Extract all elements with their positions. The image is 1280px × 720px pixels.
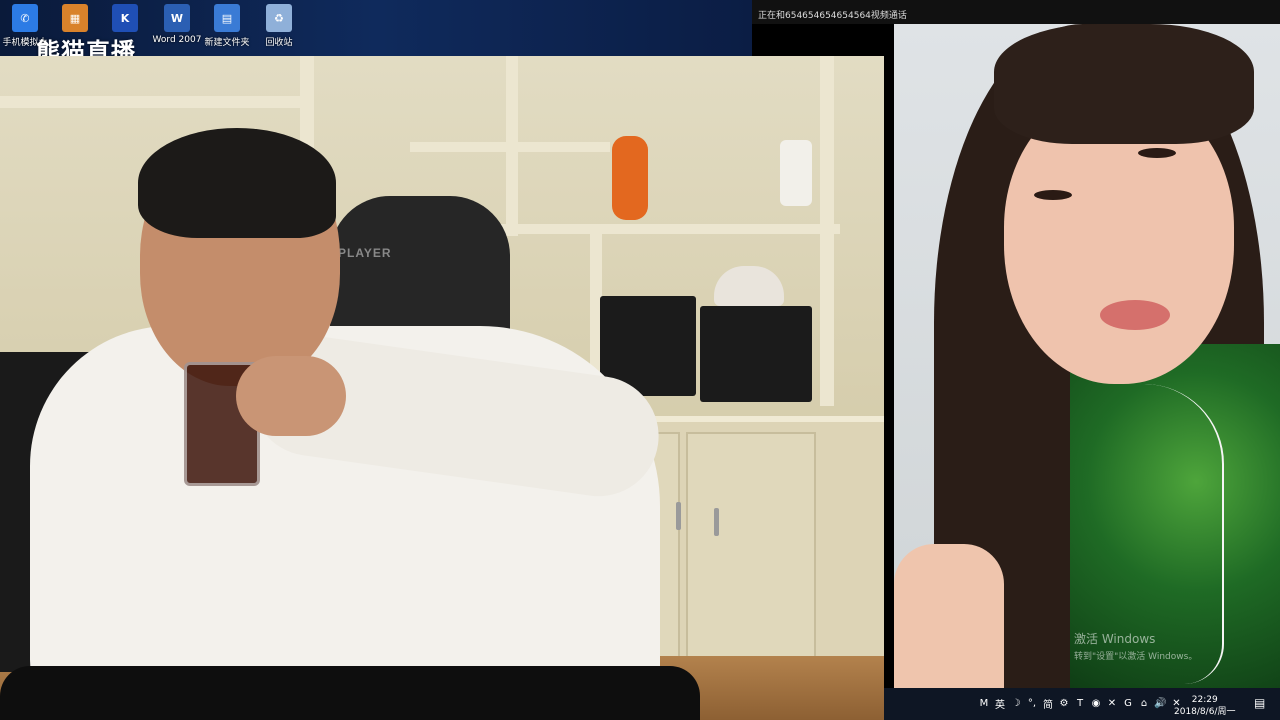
clock-date: 2018/8/6/周一 — [1174, 707, 1236, 717]
divider — [884, 24, 894, 720]
app-tray-icon[interactable]: T — [1074, 696, 1086, 710]
desktop-icon-recycle-bin[interactable]: ♻ 回收站 — [254, 4, 304, 48]
cabinet-handle — [714, 508, 719, 536]
call-title: 正在和654654654654564视频通话 — [758, 11, 907, 21]
folder-icon: ▤ — [214, 4, 240, 32]
bottle — [780, 140, 812, 206]
simplified-chinese-icon[interactable]: 简 — [1042, 696, 1054, 711]
system-tray: M 英 ☽ °, 简 ⚙ T ◉ ✕ G ⌂ 🔊 ✕ — [978, 696, 1182, 711]
network-icon[interactable]: ⌂ — [1138, 696, 1150, 710]
speaker-right — [700, 306, 812, 402]
desktop-icon-new-folder[interactable]: ▤ 新建文件夹 — [202, 4, 252, 48]
desktop-icon-kx[interactable]: K — [100, 4, 150, 32]
desktop-icon-label: Word 2007 — [152, 35, 202, 45]
person-hair — [138, 128, 336, 238]
person-eye — [1138, 148, 1176, 158]
person-bangs — [994, 24, 1254, 144]
activation-title: 激活 Windows — [1074, 632, 1156, 646]
kx-app-icon: K — [112, 4, 138, 32]
desktop-icon-game[interactable]: ▦ — [50, 4, 100, 32]
word-icon: W — [164, 4, 190, 32]
game-icon: ▦ — [62, 4, 88, 32]
desktop-icon-label: 回收站 — [265, 38, 293, 48]
person-shoulder — [894, 544, 1004, 688]
app-tray-icon[interactable]: ✕ — [1106, 696, 1118, 710]
phone-icon: ✆ — [12, 4, 38, 32]
toy-figure — [612, 136, 648, 220]
notification-icon[interactable]: ▤ — [1254, 696, 1265, 710]
desktop-icon-word[interactable]: W Word 2007 — [152, 4, 202, 45]
taskbar: M 英 ☽ °, 简 ⚙ T ◉ ✕ G ⌂ 🔊 ✕ 22:29 2018/8/… — [884, 688, 1280, 720]
webcam-feed-right: 激活 Windows 转到"设置"以激活 Windows。 — [894, 24, 1280, 688]
cabinet-handle — [676, 502, 681, 530]
microphone-foreground — [0, 666, 700, 720]
settings-icon[interactable]: ⚙ — [1058, 696, 1070, 710]
clock-time: 22:29 — [1191, 695, 1218, 705]
person-hand — [236, 356, 346, 436]
windows-activation-watermark: 激活 Windows 转到"设置"以激活 Windows。 — [1074, 630, 1197, 662]
app-tray-icon[interactable]: G — [1122, 696, 1134, 710]
moon-icon[interactable]: ☽ — [1010, 696, 1022, 710]
person-lips — [1100, 300, 1170, 330]
shelf — [506, 56, 518, 236]
person-eye — [1034, 190, 1072, 200]
volume-icon[interactable]: 🔊 — [1154, 696, 1166, 710]
recycle-bin-icon: ♻ — [266, 4, 292, 32]
webcam-feed-left: PLAYER — [0, 56, 884, 720]
shelf — [0, 96, 310, 108]
video-call-header: 正在和654654654654564视频通话 — [752, 0, 1280, 24]
ime-mode-icon[interactable]: M — [978, 696, 990, 710]
chair-brand-label: PLAYER — [338, 246, 392, 260]
app-tray-icon[interactable]: ◉ — [1090, 696, 1102, 710]
taskbar-clock[interactable]: 22:29 2018/8/6/周一 — [1174, 694, 1235, 718]
shelf — [500, 224, 840, 234]
shelf — [820, 56, 834, 406]
desktop-icon-label: 新建文件夹 — [204, 38, 250, 48]
activation-subtitle: 转到"设置"以激活 Windows。 — [1074, 652, 1198, 662]
punctuation-icon[interactable]: °, — [1026, 696, 1038, 710]
ime-language-icon[interactable]: 英 — [994, 696, 1006, 711]
desktop-strip: ✆ 手机模拟大 ▦ K W Word 2007 ▤ 新建文件夹 ♻ 回收站 熊猫… — [0, 0, 752, 66]
